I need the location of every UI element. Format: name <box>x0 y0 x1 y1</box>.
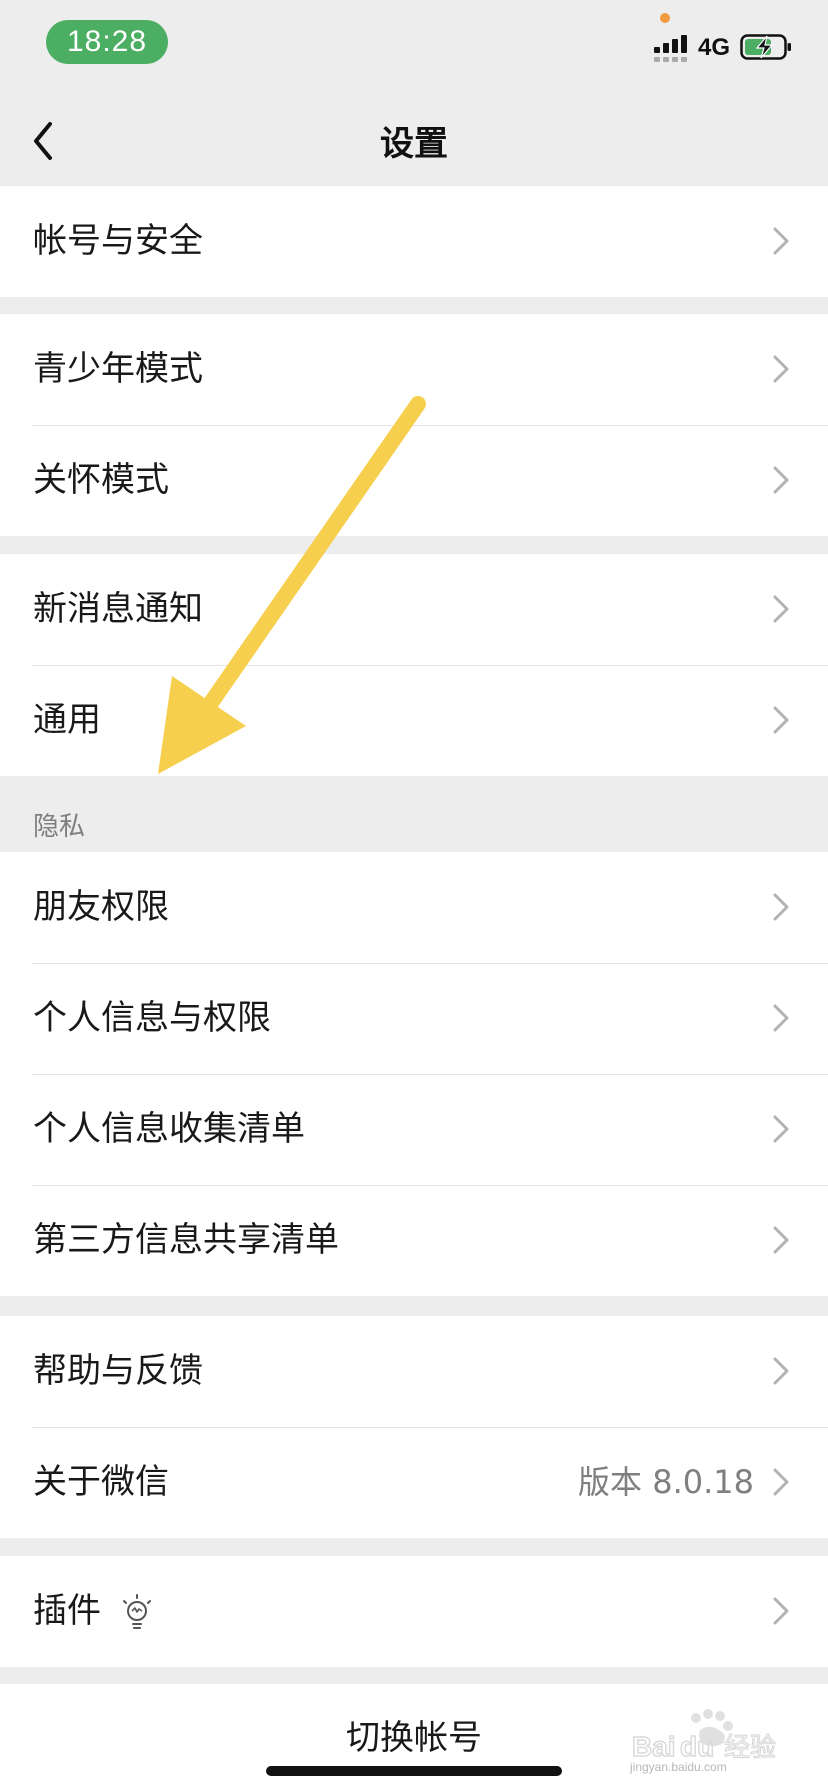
settings-item-label: 朋友权限 <box>33 887 169 927</box>
settings-group-account: 帐号与安全 <box>0 186 828 297</box>
chevron-right-icon <box>773 1357 789 1385</box>
settings-item-label: 个人信息与权限 <box>33 998 271 1038</box>
lightbulb-icon <box>123 1594 151 1629</box>
svg-text:du: du <box>680 1731 714 1762</box>
chevron-right-icon <box>773 706 789 734</box>
settings-item-label: 帐号与安全 <box>33 221 203 261</box>
settings-item-personal-info-permissions[interactable]: 个人信息与权限 <box>0 963 828 1074</box>
settings-item-account-security[interactable]: 帐号与安全 <box>0 186 828 297</box>
section-header-privacy: 隐私 <box>33 812 86 842</box>
baidu-watermark-logo: Bai du 经验 <box>631 1709 777 1764</box>
settings-item-help-feedback[interactable]: 帮助与反馈 <box>0 1316 828 1427</box>
chevron-right-icon <box>773 1004 789 1032</box>
status-time: 18:28 <box>46 20 168 64</box>
chevron-right-icon <box>773 466 789 494</box>
settings-item-general[interactable]: 通用 <box>0 665 828 776</box>
settings-item-label: 青少年模式 <box>33 349 203 389</box>
settings-item-label: 关于微信 <box>33 1462 169 1502</box>
signal-icon <box>654 35 687 62</box>
chevron-right-icon <box>773 595 789 623</box>
svg-text:经验: 经验 <box>724 1733 776 1763</box>
chevron-right-icon <box>773 355 789 383</box>
settings-item-third-party-sharing[interactable]: 第三方信息共享清单 <box>0 1185 828 1296</box>
chevron-right-icon <box>773 1597 789 1625</box>
settings-item-about-wechat[interactable]: 关于微信 版本 8.0.18 <box>0 1427 828 1538</box>
settings-item-care-mode[interactable]: 关怀模式 <box>0 425 828 536</box>
chevron-right-icon <box>773 227 789 255</box>
settings-item-new-message-notifications[interactable]: 新消息通知 <box>0 554 828 665</box>
chevron-right-icon <box>773 1115 789 1143</box>
settings-item-label: 关怀模式 <box>33 460 169 500</box>
version-value: 版本 8.0.18 <box>578 1463 754 1501</box>
watermark-site: jingyan.baidu.com <box>630 1760 727 1774</box>
settings-group-notifications: 新消息通知 通用 <box>0 554 828 776</box>
settings-group-modes: 青少年模式 关怀模式 <box>0 314 828 536</box>
settings-item-label: 新消息通知 <box>33 589 203 629</box>
settings-item-friend-permissions[interactable]: 朋友权限 <box>0 852 828 963</box>
page-title: 设置 <box>380 124 448 164</box>
settings-item-label: 插件 <box>33 1591 101 1631</box>
home-indicator <box>266 1766 562 1776</box>
settings-item-label: 通用 <box>33 700 101 740</box>
settings-item-personal-info-collection[interactable]: 个人信息收集清单 <box>0 1074 828 1185</box>
settings-item-label: 帮助与反馈 <box>33 1351 203 1391</box>
settings-item-label: 第三方信息共享清单 <box>33 1220 339 1260</box>
network-type: 4G <box>698 34 731 61</box>
svg-text:Bai: Bai <box>632 1731 676 1762</box>
settings-item-label: 个人信息收集清单 <box>33 1109 305 1149</box>
battery-charging-icon <box>740 34 791 60</box>
chevron-right-icon <box>773 893 789 921</box>
settings-group-plugins: 插件 <box>0 1556 828 1667</box>
settings-group-help: 帮助与反馈 关于微信 版本 8.0.18 <box>0 1316 828 1538</box>
navigation-bar: 设置 <box>0 96 828 186</box>
status-bar: 18:28 4G <box>0 0 828 96</box>
camera-indicator-dot <box>660 13 670 23</box>
settings-group-privacy: 朋友权限 个人信息与权限 个人信息收集清单 第三方信息共享清单 <box>0 852 828 1296</box>
settings-item-plugins[interactable]: 插件 <box>0 1556 828 1667</box>
chevron-right-icon <box>773 1226 789 1254</box>
chevron-right-icon <box>773 1468 789 1496</box>
settings-item-youth-mode[interactable]: 青少年模式 <box>0 314 828 425</box>
